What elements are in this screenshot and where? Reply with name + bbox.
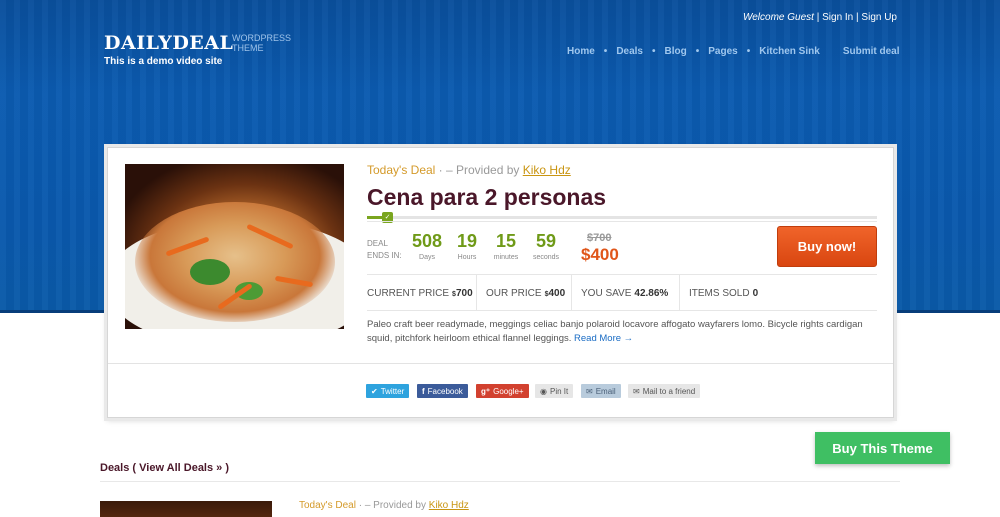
stat-our-price: OUR PRICE $400 (477, 275, 572, 311)
share-email-button[interactable]: ✉ Email (581, 384, 621, 398)
provided-by-text: · – Provided by (438, 163, 520, 177)
deal-image[interactable] (125, 164, 344, 329)
share-label: Mail to a friend (642, 386, 696, 396)
share-google-plus-button[interactable]: g⁺ Google+ (476, 384, 529, 398)
stat-value: $400 (544, 287, 566, 299)
stat-value: 0 (752, 287, 759, 299)
stat-value: 42.86% (634, 287, 669, 299)
site-logo[interactable]: DAILYDEAL WordPress Theme This is a demo… (104, 32, 291, 67)
deal-provider-line: Today's Deal · – Provided by Kiko Hdz (367, 163, 571, 177)
featured-deal-card: Today's Deal · – Provided by Kiko Hdz Ce… (107, 147, 894, 418)
countdown-value: 15 (495, 231, 517, 251)
card-divider (108, 363, 893, 364)
deals-section-heading[interactable]: Deals ( View All Deals » ) (100, 462, 229, 474)
food-shape (135, 202, 335, 322)
divider (367, 221, 877, 222)
pinterest-icon: ◉ (540, 386, 547, 396)
countdown-value: 508 (411, 231, 443, 251)
provider-link[interactable]: Kiko Hdz (429, 500, 469, 511)
separator: | (816, 12, 820, 23)
stat-current-price: CURRENT PRICE $700 (367, 275, 477, 311)
share-label: Facebook (427, 386, 463, 396)
countdown-unit: minutes (493, 254, 519, 261)
ends-label-line1: Deal (367, 239, 388, 248)
mail-to-friend-button[interactable]: ✉ Mail to a friend (628, 384, 701, 398)
deal-description: Paleo craft beer readymade, meggings cel… (367, 318, 877, 346)
twitter-icon: ✔ (371, 386, 378, 396)
original-price: $700 (587, 232, 612, 244)
nav-item-pages[interactable]: Pages (708, 46, 737, 57)
share-label: Twitter (380, 386, 405, 396)
nav-item-home[interactable]: Home (567, 46, 595, 57)
nav-item-kitchen-sink[interactable]: Kitchen Sink (759, 46, 820, 57)
stat-label: YOU SAVE (581, 287, 632, 299)
welcome-text: Welcome Guest (742, 12, 814, 23)
stat-you-save: YOU SAVE 42.86% (572, 275, 680, 311)
share-label: Email (595, 386, 616, 396)
todays-deal-label: Today's Deal (367, 163, 436, 177)
read-more-link[interactable]: Read More → (574, 333, 633, 344)
share-facebook-button[interactable]: f Facebook (417, 384, 468, 398)
todays-deal-label: Today's Deal (299, 500, 356, 511)
stat-label: ITEMS SOLD (689, 287, 750, 299)
countdown-unit: seconds (532, 254, 560, 261)
buy-now-button[interactable]: Buy now! (777, 226, 877, 267)
countdown-minutes: 15 minutes (490, 231, 522, 261)
share-pin-it-button[interactable]: ◉ Pin It (535, 384, 574, 398)
email-icon: ✉ (586, 386, 593, 396)
deal-stats: CURRENT PRICE $700 OUR PRICE $400 YOU SA… (367, 275, 877, 311)
deal-title[interactable]: Cena para 2 personas (367, 184, 606, 211)
sign-up-link[interactable]: Sign Up (861, 12, 897, 23)
broccoli-shape (190, 259, 230, 285)
next-deal-provider-line: Today's Deal · – Provided by Kiko Hdz (299, 500, 469, 511)
mail-icon: ✉ (633, 386, 640, 396)
stat-value: $700 (452, 287, 473, 299)
countdown-seconds: 59 seconds (529, 231, 563, 261)
facebook-icon: f (422, 386, 425, 396)
separator: | (856, 12, 859, 23)
stat-label: CURRENT PRICE (367, 287, 450, 299)
nav-separator: • (603, 46, 608, 57)
ends-label-line2: Ends in: (367, 251, 402, 260)
deal-ends-label: Deal Ends in: (367, 238, 402, 262)
section-divider (100, 481, 900, 482)
countdown-unit: Hours (457, 254, 477, 261)
divider (367, 310, 877, 311)
countdown-value: 59 (535, 231, 557, 251)
user-links: Welcome Guest | Sign In | Sign Up (743, 12, 897, 23)
logo-title: DAILYDEAL (104, 32, 234, 54)
nav-item-deals[interactable]: Deals (616, 46, 643, 57)
site-tagline: This is a demo video site (104, 56, 223, 67)
logo-subtitle: WordPress Theme (232, 33, 292, 53)
provided-by-text: · – Provided by (358, 500, 426, 511)
sign-in-link[interactable]: Sign In (822, 12, 853, 23)
main-nav: Home • Deals • Blog • Pages • Kitchen Si… (567, 46, 900, 57)
nav-separator: • (746, 46, 751, 57)
countdown-value: 19 (456, 231, 478, 251)
share-label: Google+ (493, 386, 524, 396)
nav-separator: • (652, 46, 656, 57)
nav-item-submit-deal[interactable]: Submit deal (843, 46, 900, 57)
countdown-unit: Days (419, 254, 435, 261)
stat-items-sold: ITEMS SOLD 0 (680, 275, 758, 311)
deal-price: $400 (581, 245, 619, 264)
google-plus-icon: g⁺ (481, 386, 491, 396)
stat-label: OUR PRICE (486, 287, 542, 299)
countdown-hours: 19 Hours (452, 231, 482, 261)
next-deal-image[interactable] (100, 501, 272, 517)
nav-item-blog[interactable]: Blog (665, 46, 687, 57)
share-twitter-button[interactable]: ✔ Twitter (366, 384, 410, 398)
buy-this-theme-button[interactable]: Buy This Theme (815, 432, 950, 464)
deal-progress-track (367, 216, 877, 219)
nav-separator: • (695, 46, 700, 57)
share-label: Pin It (549, 386, 569, 396)
countdown-days: 508 Days (408, 231, 446, 261)
provider-link[interactable]: Kiko Hdz (523, 163, 571, 177)
